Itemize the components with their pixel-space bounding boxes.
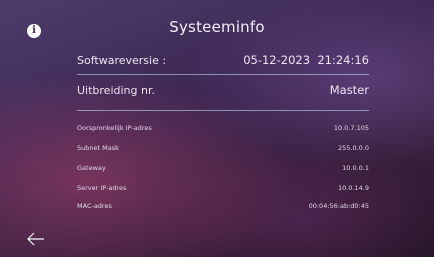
subnet-mask-value: 255.0.0.0: [337, 144, 369, 152]
extension-number-value: Master: [329, 83, 369, 97]
back-arrow-icon[interactable]: [27, 231, 45, 246]
list-item-subnet-mask: Subnet Mask 255.0.0.0: [77, 142, 369, 154]
list-item-gateway: Gateway 10.0.0.1: [77, 162, 369, 174]
list-item-original-ip: Oorspronkelijk IP-adres 10.0.7.105: [77, 122, 369, 134]
gateway-label: Gateway: [77, 164, 106, 172]
software-version-value: 05-12-2023 21:24:16: [243, 53, 369, 67]
list-item-server-ip: Server IP-adres 10.0.14.9: [77, 182, 369, 194]
server-ip-value: 10.0.14.9: [337, 184, 369, 192]
original-ip-value: 10.0.7.105: [333, 124, 369, 132]
software-version-label: Softwareversie :: [77, 53, 167, 67]
server-ip-label: Server IP-adres: [77, 184, 127, 192]
mac-address-value: 00:04:56:ab:d0:45: [308, 202, 369, 210]
software-version-row: Softwareversie : 05-12-2023 21:24:16: [77, 51, 369, 69]
list-item-mac-address: MAC-adres 00:04:56:ab:d0:45: [77, 200, 369, 212]
extension-number-label: Uitbreiding nr.: [77, 83, 155, 97]
extension-number-row: Uitbreiding nr. Master: [77, 81, 369, 99]
gateway-value: 10.0.0.1: [342, 164, 369, 172]
divider: [77, 110, 369, 111]
divider: [77, 74, 369, 75]
system-info-screen: i Systeeminfo Softwareversie : 05-12-202…: [0, 0, 434, 257]
original-ip-label: Oorspronkelijk IP-adres: [77, 124, 152, 132]
page-title: Systeeminfo: [169, 18, 265, 36]
mac-address-label: MAC-adres: [77, 202, 112, 210]
subnet-mask-label: Subnet Mask: [77, 144, 119, 152]
